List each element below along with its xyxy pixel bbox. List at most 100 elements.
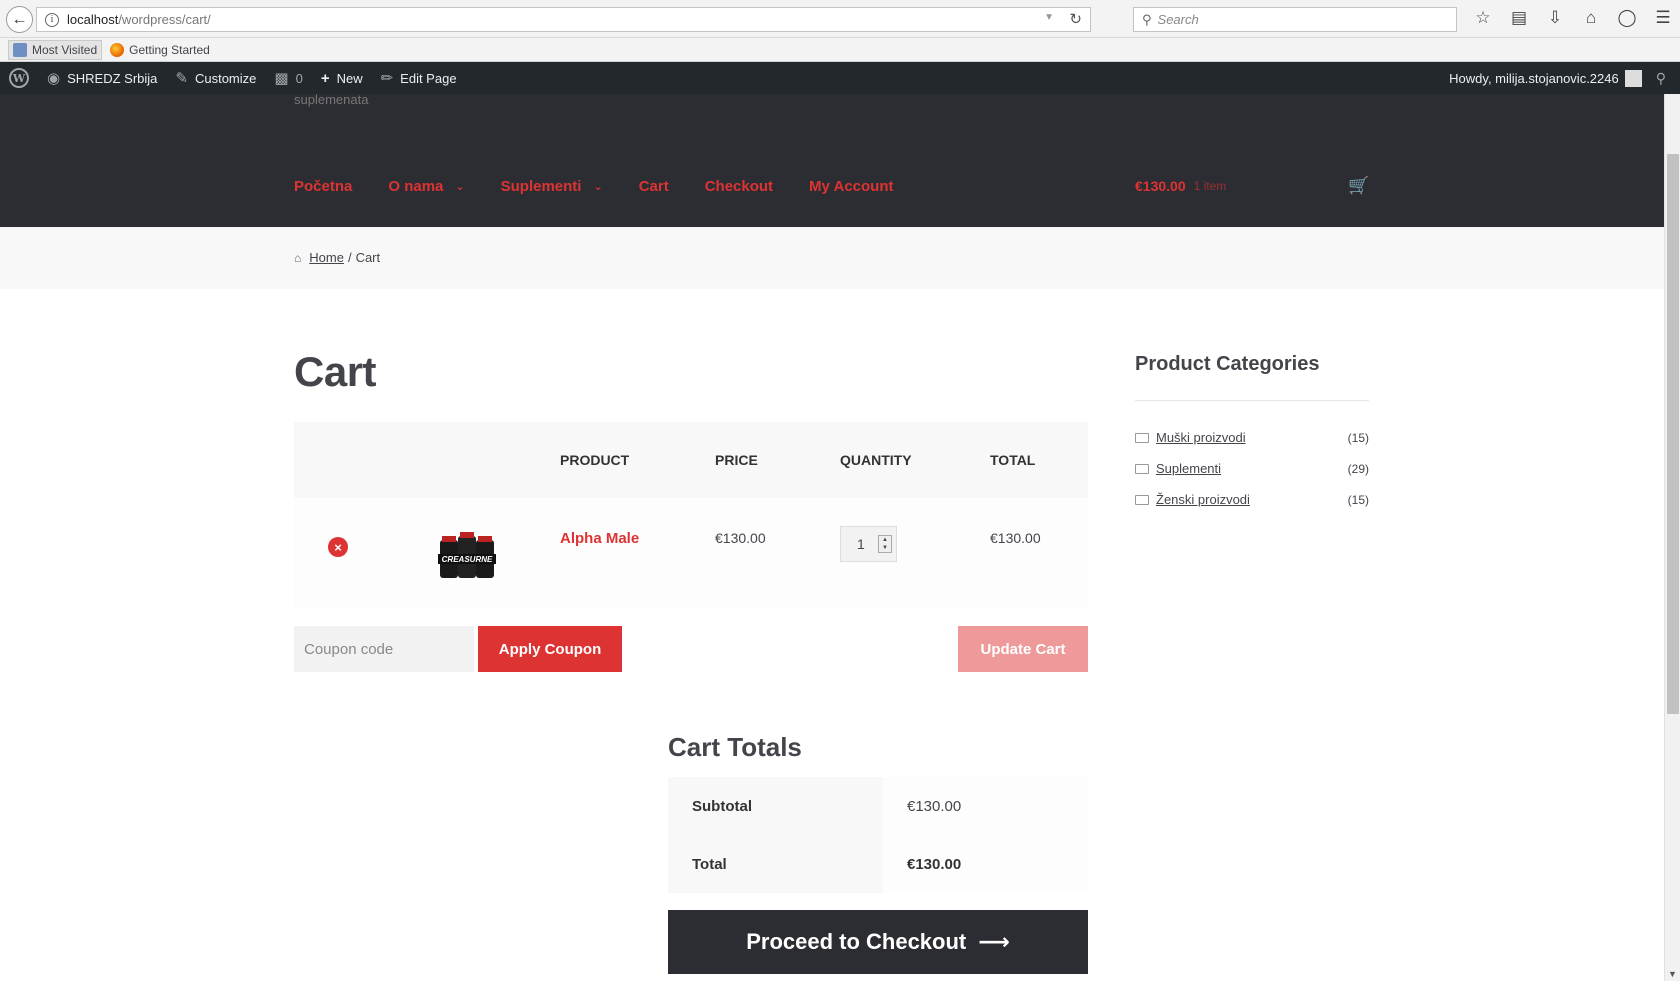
sidebar-title: Product Categories — [1135, 353, 1320, 375]
nav-item-cart[interactable]: Cart — [639, 178, 669, 195]
nav-label: O nama — [388, 178, 444, 195]
edit-page-link[interactable]: ✏ Edit Page — [372, 62, 466, 94]
search-icon[interactable]: ⚲ — [1656, 70, 1666, 87]
category-link[interactable]: Ženski proizvodi — [1156, 492, 1250, 507]
product-thumbnail[interactable]: CREASURNE — [438, 532, 496, 582]
new-content-link[interactable]: + New — [312, 62, 372, 94]
breadcrumb-current: Cart — [355, 250, 381, 265]
category-count: (15) — [1347, 431, 1369, 445]
dashboard-icon: ◉ — [47, 70, 61, 87]
nav-item-pocetna[interactable]: Početna — [294, 178, 352, 195]
bookmarks-bar: Most Visited Getting Started — [0, 38, 1680, 62]
table-row: × CREASURNE Alpha Male €130.00 1 ▲ ▼ €130… — [294, 498, 1088, 607]
quantity-stepper[interactable]: 1 ▲ ▼ — [840, 526, 897, 562]
column-header-price: PRICE — [715, 452, 758, 468]
wp-logo-menu[interactable]: W — [0, 62, 38, 94]
list-item: Suplementi (29) — [1135, 453, 1369, 484]
page-scrollbar[interactable]: ▼ — [1664, 94, 1680, 981]
category-count: (15) — [1347, 493, 1369, 507]
list-item: Muški proizvodi (15) — [1135, 422, 1369, 453]
quantity-value: 1 — [857, 536, 865, 552]
scroll-down-arrow-icon[interactable]: ▼ — [1668, 969, 1677, 979]
browser-search-input[interactable]: ⚲ Search — [1133, 7, 1457, 32]
nav-label: Suplementi — [500, 178, 582, 195]
plus-icon: + — [320, 69, 330, 87]
breadcrumb: ⌂ Home / Cart — [294, 250, 380, 265]
browser-toolbar: ← i localhost/wordpress/cart/ ▼ ↻ ⚲ Sear… — [0, 0, 1680, 38]
category-list: Muški proizvodi (15) Suplementi (29) Žen… — [1135, 422, 1369, 515]
home-icon: ⌂ — [294, 250, 302, 265]
address-bar[interactable]: i localhost/wordpress/cart/ ▼ ↻ — [36, 7, 1091, 32]
column-header-total: TOTAL — [990, 452, 1036, 468]
comment-icon: ▩ — [274, 70, 289, 87]
download-icon[interactable]: ⇩ — [1537, 8, 1573, 28]
header-cart-count: 1 item — [1193, 179, 1227, 193]
total-label: Total — [668, 835, 883, 893]
cart-totals-title: Cart Totals — [668, 732, 802, 762]
back-arrow-icon[interactable]: ← — [6, 6, 33, 33]
page-title: Cart — [294, 348, 377, 395]
subtotal-label: Subtotal — [668, 777, 883, 835]
nav-item-my-account[interactable]: My Account — [809, 178, 893, 195]
account-greeting[interactable]: Howdy, milija.stojanovic.2246 — [1449, 71, 1619, 86]
header-cart-link[interactable]: €130.00 1 item — [1135, 178, 1226, 194]
category-link[interactable]: Suplementi — [1156, 461, 1221, 476]
nav-label: Cart — [638, 178, 669, 195]
customize-label: Customize — [194, 70, 257, 86]
bookmark-label: Most Visited — [32, 42, 98, 57]
chevron-down-icon: ⌄ — [593, 181, 603, 193]
category-link[interactable]: Muški proizvodi — [1156, 430, 1246, 445]
site-name-link[interactable]: ◉ SHREDZ Srbija — [38, 62, 166, 94]
product-name-link[interactable]: Alpha Male — [560, 530, 639, 547]
customize-link[interactable]: ✎ Customize — [166, 62, 265, 94]
bookmark-getting-started[interactable]: Getting Started — [106, 40, 214, 60]
url-dropdown-icon[interactable]: ▼ — [1044, 12, 1054, 23]
folder-icon — [1135, 494, 1149, 505]
breadcrumb-home-link[interactable]: Home — [309, 250, 344, 265]
proceed-to-checkout-button[interactable]: Proceed to Checkout ⟶ — [668, 910, 1088, 974]
primary-navigation: Početna O nama ⌄ Suplementi ⌄ Cart Checkou… — [294, 178, 930, 195]
subtotal-row: Subtotal €130.00 — [668, 777, 1088, 835]
most-visited-icon — [13, 42, 27, 57]
reload-icon[interactable]: ↻ — [1069, 10, 1082, 28]
new-label: New — [336, 70, 363, 86]
nav-label: My Account — [809, 178, 894, 195]
divider — [1135, 400, 1369, 401]
bookmark-star-icon[interactable]: ☆ — [1465, 8, 1501, 28]
site-tagline: suplemenata — [294, 92, 369, 107]
header-cart-amount: €130.00 — [1135, 178, 1186, 194]
column-header-quantity: QUANTITY — [840, 452, 912, 468]
scrollbar-thumb[interactable] — [1667, 154, 1679, 714]
cart-totals-table: Subtotal €130.00 Total €130.00 — [668, 777, 1088, 893]
subtotal-value: €130.00 — [883, 777, 1088, 835]
checkout-label: Proceed to Checkout — [746, 929, 967, 954]
info-icon[interactable]: i — [45, 12, 59, 27]
home-icon[interactable]: ⌂ — [1573, 8, 1609, 28]
nav-item-suplementi[interactable]: Suplementi ⌄ — [501, 178, 603, 195]
url-path: /wordpress/cart/ — [118, 12, 211, 27]
coupon-code-input[interactable]: Coupon code — [294, 626, 474, 672]
bookmarks-list-icon[interactable]: ▤ — [1501, 8, 1537, 28]
product-image-text: CREASURNE — [442, 555, 493, 564]
menu-icon[interactable]: ☰ — [1645, 8, 1680, 28]
avatar[interactable] — [1624, 69, 1642, 87]
bookmark-most-visited[interactable]: Most Visited — [8, 39, 103, 60]
total-value: €130.00 — [883, 835, 1088, 893]
firefox-icon — [110, 42, 125, 57]
search-placeholder: Search — [1157, 12, 1199, 27]
nav-item-o-nama[interactable]: O nama ⌄ — [388, 178, 464, 195]
arrow-right-icon: ⟶ — [978, 929, 1010, 954]
category-count: (29) — [1347, 462, 1369, 476]
total-row: Total €130.00 — [668, 835, 1088, 893]
cart-table-header: PRODUCT PRICE QUANTITY TOTAL — [294, 422, 1088, 498]
apply-coupon-button[interactable]: Apply Coupon — [478, 626, 622, 672]
remove-item-icon[interactable]: × — [328, 537, 348, 557]
pocket-icon[interactable]: ◯ — [1609, 8, 1645, 28]
nav-item-checkout[interactable]: Checkout — [705, 178, 773, 195]
basket-icon[interactable]: 🛒 — [1348, 176, 1369, 196]
update-cart-button[interactable]: Update Cart — [958, 626, 1088, 672]
wp-admin-bar: W ◉ SHREDZ Srbija ✎ Customize ▩ 0 + New ✏ Edi… — [0, 62, 1680, 94]
comments-count: 0 — [295, 70, 303, 86]
comments-link[interactable]: ▩ 0 — [265, 62, 311, 94]
stepper-arrows-icon[interactable]: ▲ ▼ — [878, 535, 892, 553]
